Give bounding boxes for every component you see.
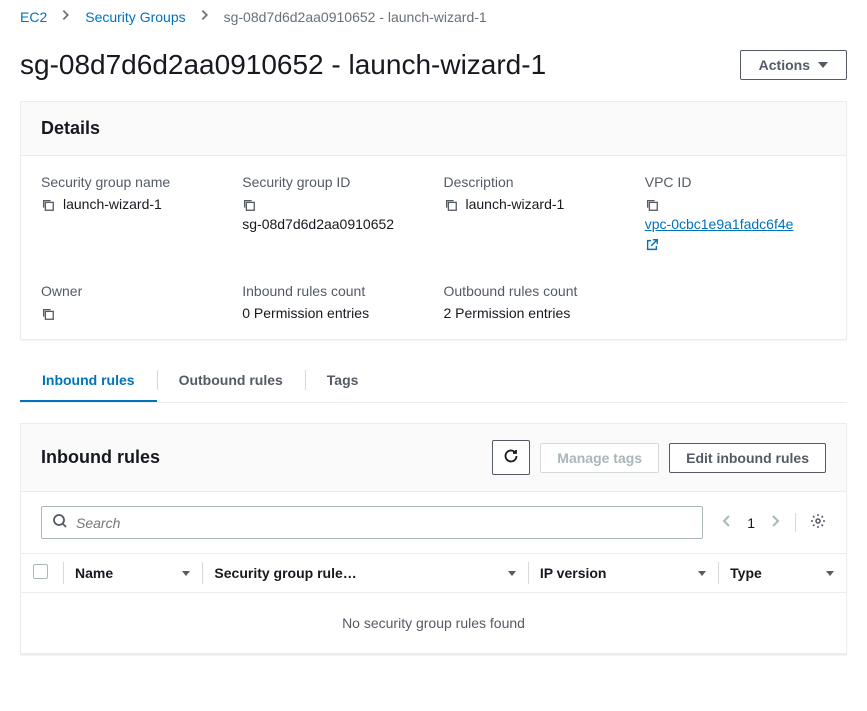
- search-icon: [52, 513, 68, 532]
- settings-button[interactable]: [795, 513, 826, 532]
- column-label: IP version: [540, 565, 607, 581]
- page-title: sg-08d7d6d2aa0910652 - launch-wizard-1: [20, 49, 546, 81]
- detail-vpc-id: VPC ID vpc-0cbc1e9a1fadc6f4e: [645, 174, 826, 255]
- vpc-link[interactable]: vpc-0cbc1e9a1fadc6f4e: [645, 216, 794, 232]
- empty-state-text: No security group rules found: [21, 593, 846, 654]
- detail-security-group-id: Security group ID sg-08d7d6d2aa0910652: [242, 174, 423, 255]
- tab-outbound-rules[interactable]: Outbound rules: [157, 360, 305, 402]
- next-page-button[interactable]: [767, 513, 783, 532]
- details-panel-header: Details: [21, 102, 846, 156]
- detail-value: launch-wizard-1: [466, 196, 565, 212]
- sort-icon: [508, 571, 516, 576]
- breadcrumb-link-security-groups[interactable]: Security Groups: [85, 9, 185, 25]
- refresh-icon: [503, 448, 519, 467]
- copy-icon[interactable]: [41, 198, 55, 212]
- copy-icon[interactable]: [242, 198, 256, 212]
- copy-icon[interactable]: [41, 307, 55, 321]
- select-all-checkbox[interactable]: [33, 564, 48, 579]
- pagination: 1: [719, 513, 826, 532]
- detail-label: Security group ID: [242, 174, 423, 190]
- breadcrumb: EC2 Security Groups sg-08d7d6d2aa0910652…: [0, 0, 867, 33]
- search-input[interactable]: [76, 515, 692, 531]
- rules-table: Name Security group rule… IP version Typ…: [21, 553, 846, 654]
- detail-value: 2 Permission entries: [444, 305, 625, 321]
- detail-value: 0 Permission entries: [242, 305, 423, 321]
- detail-label: Owner: [41, 283, 222, 299]
- actions-button[interactable]: Actions: [740, 50, 847, 80]
- column-type[interactable]: Type: [718, 554, 846, 593]
- external-link-icon[interactable]: [645, 238, 826, 255]
- rules-panel-header: Inbound rules Manage tags Edit inbound r…: [21, 424, 846, 492]
- copy-icon[interactable]: [645, 198, 659, 212]
- detail-label: VPC ID: [645, 174, 826, 190]
- search-box[interactable]: [41, 506, 703, 539]
- details-panel: Details Security group name launch-wizar…: [20, 101, 847, 340]
- breadcrumb-link-ec2[interactable]: EC2: [20, 9, 47, 25]
- sort-icon: [826, 571, 834, 576]
- detail-label: Outbound rules count: [444, 283, 625, 299]
- detail-value: launch-wizard-1: [63, 196, 162, 212]
- page-header: sg-08d7d6d2aa0910652 - launch-wizard-1 A…: [0, 33, 867, 101]
- prev-page-button[interactable]: [719, 513, 735, 532]
- detail-value: sg-08d7d6d2aa0910652: [242, 216, 423, 232]
- rules-panel-title: Inbound rules: [41, 447, 160, 468]
- column-name[interactable]: Name: [63, 554, 202, 593]
- manage-tags-button: Manage tags: [540, 443, 659, 473]
- refresh-button[interactable]: [492, 440, 530, 475]
- detail-outbound-count: Outbound rules count 2 Permission entrie…: [444, 283, 625, 321]
- chevron-right-icon: [198, 8, 212, 25]
- detail-security-group-name: Security group name launch-wizard-1: [41, 174, 222, 255]
- select-all-header: [21, 554, 63, 593]
- tab-inbound-rules[interactable]: Inbound rules: [20, 360, 157, 402]
- actions-button-label: Actions: [759, 57, 810, 73]
- sort-icon: [698, 571, 706, 576]
- sort-icon: [182, 571, 190, 576]
- detail-description: Description launch-wizard-1: [444, 174, 625, 255]
- details-panel-title: Details: [41, 118, 100, 139]
- empty-state-row: No security group rules found: [21, 593, 846, 654]
- detail-owner: Owner: [41, 283, 222, 321]
- column-label: Type: [730, 565, 762, 581]
- page-number: 1: [747, 515, 755, 531]
- caret-down-icon: [818, 62, 828, 68]
- detail-inbound-count: Inbound rules count 0 Permission entries: [242, 283, 423, 321]
- chevron-right-icon: [59, 8, 73, 25]
- copy-icon[interactable]: [444, 198, 458, 212]
- breadcrumb-current: sg-08d7d6d2aa0910652 - launch-wizard-1: [224, 9, 487, 25]
- detail-label: Security group name: [41, 174, 222, 190]
- column-ip-version[interactable]: IP version: [528, 554, 718, 593]
- inbound-rules-panel: Inbound rules Manage tags Edit inbound r…: [20, 423, 847, 655]
- column-label: Security group rule…: [214, 565, 356, 581]
- tabs: Inbound rules Outbound rules Tags: [20, 360, 847, 403]
- column-label: Name: [75, 565, 113, 581]
- tab-tags[interactable]: Tags: [305, 360, 381, 402]
- edit-inbound-rules-button[interactable]: Edit inbound rules: [669, 443, 826, 473]
- column-sg-rule[interactable]: Security group rule…: [202, 554, 527, 593]
- detail-label: Inbound rules count: [242, 283, 423, 299]
- detail-label: Description: [444, 174, 625, 190]
